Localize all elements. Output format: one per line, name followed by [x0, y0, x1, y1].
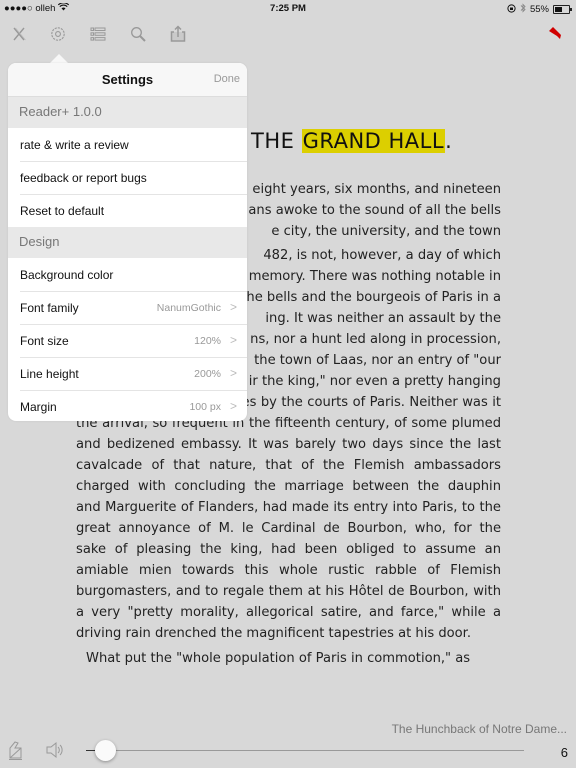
text-line: What put the "whole population of Paris …: [86, 651, 471, 666]
rotation-lock-icon: [507, 3, 516, 16]
bluetooth-icon: [520, 3, 526, 16]
text-line: amiable mien towards this whole rustic r…: [76, 563, 501, 578]
row-label: Font family: [20, 301, 79, 315]
line-height-row[interactable]: Line height 200% >: [8, 357, 247, 390]
text-line: burgomasters, and to regale them at his …: [76, 584, 501, 599]
row-value: NanumGothic: [156, 302, 221, 314]
section-header-app: Reader+ 1.0.0: [8, 97, 247, 128]
book-title: The Hunchback of Notre Dame...: [391, 722, 567, 736]
row-value: 120%: [194, 335, 221, 347]
row-value: 200%: [194, 368, 221, 380]
text-line: and Marguerite of Flanders, had made its…: [76, 500, 501, 515]
row-label: Reset to default: [20, 204, 105, 218]
text-line: driving rain drenched the magnificent ta…: [76, 626, 472, 641]
share-button[interactable]: [168, 24, 188, 44]
popover-header: Settings Done: [8, 63, 247, 97]
chapter-title: THE GRAND HALL.: [251, 129, 452, 153]
speaker-icon: [46, 741, 63, 759]
row-label: Margin: [20, 400, 57, 414]
row-value: 100 px: [189, 401, 221, 413]
design-rows: Background color Font family NanumGothic >…: [8, 258, 247, 421]
done-button[interactable]: Done: [214, 73, 240, 85]
margin-row[interactable]: Margin 100 px >: [8, 390, 247, 421]
reset-default-row[interactable]: Reset to default: [8, 194, 247, 227]
chevron-right-icon: >: [229, 366, 237, 380]
text-line: sake of pleasing the king, had been obli…: [76, 542, 501, 557]
clock: 7:25 PM: [270, 3, 306, 14]
row-label: Background color: [20, 268, 114, 282]
close-icon: [13, 27, 26, 41]
popover-title: Settings: [101, 72, 154, 87]
status-bar: ●●●●○ olleh 7:25 PM 55%: [0, 0, 576, 18]
status-right-group: 55%: [507, 3, 572, 16]
page-slider-thumb[interactable]: [94, 740, 116, 761]
font-size-row[interactable]: Font size 120% >: [8, 324, 247, 357]
bookmark-icon: [549, 27, 561, 39]
highlighted-text[interactable]: GRAND HALL: [301, 129, 446, 153]
chevron-right-icon: >: [229, 333, 237, 347]
chevron-right-icon: >: [229, 399, 237, 413]
close-button[interactable]: [9, 24, 29, 44]
text-to-speech-button[interactable]: [45, 740, 65, 760]
gear-icon: [51, 27, 65, 41]
row-label: rate & write a review: [20, 138, 129, 152]
background-color-row[interactable]: Background color: [8, 258, 247, 291]
battery-icon: [553, 5, 572, 14]
rate-review-row[interactable]: rate & write a review: [8, 128, 247, 161]
chevron-right-icon: >: [229, 300, 237, 314]
page-number: 6: [560, 745, 568, 760]
section-header-design: Design: [8, 227, 247, 258]
page-slider-fill: [86, 750, 95, 751]
page-turn-icon: [9, 741, 22, 760]
text-line: great annoyance of M. le Cardinal de Bou…: [76, 521, 501, 536]
row-label: Font size: [20, 334, 69, 348]
battery-fill: [555, 7, 563, 12]
settings-popover: Settings Done Reader+ 1.0.0 rate & write…: [8, 63, 247, 421]
search-icon: [131, 27, 146, 42]
text-line: a very "pretty morality, allegorical sat…: [76, 605, 501, 620]
text-line: charged with concluding the marriage bet…: [76, 479, 501, 494]
contents-button[interactable]: [88, 24, 108, 44]
row-label: Line height: [20, 367, 79, 381]
page-slider-track[interactable]: [86, 750, 524, 751]
bookmark-button[interactable]: [545, 24, 565, 44]
app-rows: rate & write a review feedback or report…: [8, 128, 247, 227]
settings-button[interactable]: [48, 24, 68, 44]
row-label: feedback or report bugs: [20, 171, 147, 185]
battery-percent: 55%: [529, 4, 549, 15]
feedback-row[interactable]: feedback or report bugs: [8, 161, 247, 194]
chapter-title-prefix: THE: [251, 129, 302, 153]
share-icon: [170, 25, 186, 42]
list-icon: [90, 27, 106, 41]
page-turn-button[interactable]: [6, 740, 26, 760]
text-line: and bedizened embassy. It was barely two…: [76, 437, 501, 452]
search-button[interactable]: [128, 24, 148, 44]
text-line: cavalcade of that nature, that of the Fl…: [76, 458, 501, 473]
font-family-row[interactable]: Font family NanumGothic >: [8, 291, 247, 324]
chapter-title-suffix: .: [445, 129, 453, 153]
